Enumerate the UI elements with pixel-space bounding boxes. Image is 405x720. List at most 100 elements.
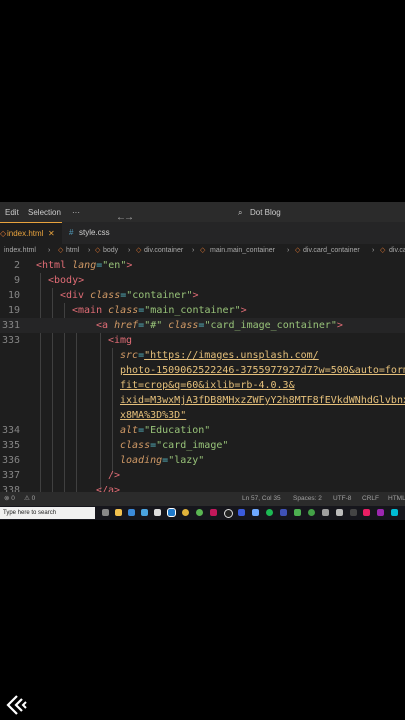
indentation[interactable]: Spaces: 2	[293, 492, 322, 506]
app-icon[interactable]	[210, 509, 217, 516]
warnings-indicator[interactable]: ⚠ 0	[24, 492, 35, 506]
class-attribute: class	[120, 440, 151, 451]
code-line: 335 class="card_image"	[1, 440, 229, 451]
line-ending[interactable]: CRLF	[362, 492, 379, 506]
src-url-link[interactable]: photo-1509062522246-3755977927d7?w=500&a…	[120, 365, 405, 376]
html-icon: ◇	[295, 247, 301, 254]
menu-edit[interactable]: Edit	[5, 208, 19, 217]
line-number: 336	[1, 455, 20, 466]
taskbar: Type here to search	[0, 506, 405, 520]
breadcrumb-item[interactable]: html	[66, 244, 79, 258]
app-icon[interactable]	[363, 509, 370, 516]
a-open-tag: <a	[96, 320, 109, 331]
code-line: src="https://images.unsplash.com/	[120, 350, 319, 361]
code-line: fit=crop&q=60&ixlib=rb-4.0.3&	[0, 378, 405, 393]
app-icon[interactable]	[224, 509, 233, 518]
tab-label: index.html	[7, 229, 44, 238]
app-icon[interactable]	[377, 509, 384, 516]
file-explorer-icon[interactable]	[115, 509, 122, 516]
breadcrumb-item[interactable]: body	[103, 244, 118, 258]
code-line: 331 <a href="#" class="card_image_contai…	[0, 318, 405, 333]
lang-attribute: lang	[72, 260, 97, 271]
line-number: 337	[1, 470, 20, 481]
line-number: 2	[13, 260, 20, 271]
html-icon: ◇	[0, 229, 7, 238]
app-icon[interactable]	[350, 509, 357, 516]
breadcrumb-item[interactable]: div.ca	[389, 244, 405, 258]
breadcrumb-separator: ›	[287, 247, 290, 254]
self-close-tag: />	[108, 470, 121, 481]
app-icon[interactable]	[238, 509, 245, 516]
class-value: "card_image"	[156, 440, 229, 451]
html-icon: ◇	[136, 247, 142, 254]
src-url-link[interactable]: ixid=M3wxMjA3fDB8MHxzZWFyY2h8MTF8fEVkdWN…	[120, 395, 405, 406]
html-open-tag: <html	[36, 260, 67, 271]
code-line: 9 <body>	[0, 273, 405, 288]
cursor-position[interactable]: Ln 57, Col 35	[242, 492, 281, 506]
app-icon[interactable]	[280, 509, 287, 516]
breadcrumb-item[interactable]: div.container	[144, 244, 183, 258]
mail-icon[interactable]	[141, 509, 148, 516]
taskbar-search-input[interactable]: Type here to search	[0, 507, 95, 519]
app-icon[interactable]	[154, 509, 161, 516]
alt-attribute: alt	[120, 425, 139, 436]
code-line: 2 <html lang="en">	[0, 258, 405, 273]
app-icon[interactable]	[322, 509, 329, 516]
app-icon[interactable]	[391, 509, 398, 516]
chrome-icon[interactable]	[182, 509, 189, 516]
main-open-tag: <main	[72, 305, 103, 316]
html-icon: ◇	[95, 247, 101, 254]
href-attribute: href	[114, 320, 139, 331]
src-url-link[interactable]: "https://images.unsplash.com/	[144, 350, 319, 361]
app-icon[interactable]	[252, 509, 259, 516]
command-center[interactable]: ⌕ Dot Blog	[230, 205, 340, 219]
encoding[interactable]: UTF-8	[333, 492, 351, 506]
html-icon: ◇	[380, 247, 386, 254]
breadcrumb-item[interactable]: main.main_container	[210, 244, 275, 258]
class-attribute: class	[168, 320, 199, 331]
class-value: "container"	[126, 290, 193, 301]
tab-style-css[interactable]: # style.css	[66, 222, 124, 244]
src-url-link[interactable]: x8MA%3D%3D"	[120, 410, 186, 421]
line-number: 331	[1, 320, 20, 331]
tag-close: >	[192, 290, 199, 301]
channel-logo-icon	[6, 695, 27, 715]
class-value: "main_container"	[144, 305, 241, 316]
alt-value: "Education"	[144, 425, 211, 436]
tag-close: >	[126, 260, 133, 271]
html-icon: ◇	[58, 247, 64, 254]
vscode-icon[interactable]	[167, 508, 176, 517]
src-url-link[interactable]: fit=crop&q=60&ixlib=rb-4.0.3&	[120, 380, 295, 391]
menu-more[interactable]: ···	[72, 208, 80, 217]
task-view-icon[interactable]	[102, 509, 109, 516]
breadcrumb-separator: ›	[88, 247, 91, 254]
app-icon[interactable]	[308, 509, 315, 516]
command-center-label: Dot Blog	[250, 208, 281, 217]
spotify-icon[interactable]	[266, 509, 273, 516]
breadcrumb-item[interactable]: div.card_container	[303, 244, 360, 258]
line-number: 333	[1, 335, 20, 346]
app-icon[interactable]	[336, 509, 343, 516]
app-icon[interactable]	[294, 509, 301, 516]
menu-selection[interactable]: Selection	[28, 208, 61, 217]
loading-attribute: loading	[120, 455, 163, 466]
tab-index-html[interactable]: ◇ index.html ✕	[0, 222, 62, 245]
store-icon[interactable]	[128, 509, 135, 516]
code-editor[interactable]: 2 <html lang="en"> 9 <body> 10 <div clas…	[0, 258, 405, 496]
language-mode[interactable]: HTML	[388, 492, 405, 506]
line-number: 19	[7, 305, 20, 316]
code-line: 336 loading="lazy"	[1, 455, 205, 466]
tab-label: style.css	[79, 228, 110, 237]
close-icon[interactable]: ✕	[48, 223, 55, 245]
tag-close: >	[240, 305, 247, 316]
html-icon: ◇	[200, 247, 206, 254]
src-attribute: src	[120, 350, 139, 361]
app-icon[interactable]	[196, 509, 203, 516]
breadcrumb-item[interactable]: index.html	[4, 244, 36, 258]
code-line: photo-1509062522246-3755977927d7?w=500&a…	[0, 363, 405, 378]
breadcrumb: index.html › ◇ html › ◇ body › ◇ div.con…	[0, 244, 405, 258]
div-open-tag: <div	[60, 290, 85, 301]
breadcrumb-separator: ›	[372, 247, 375, 254]
menu-bar: Edit Selection ··· ← → ⌕ Dot Blog	[0, 202, 405, 223]
errors-indicator[interactable]: ⊗ 0	[4, 492, 15, 506]
